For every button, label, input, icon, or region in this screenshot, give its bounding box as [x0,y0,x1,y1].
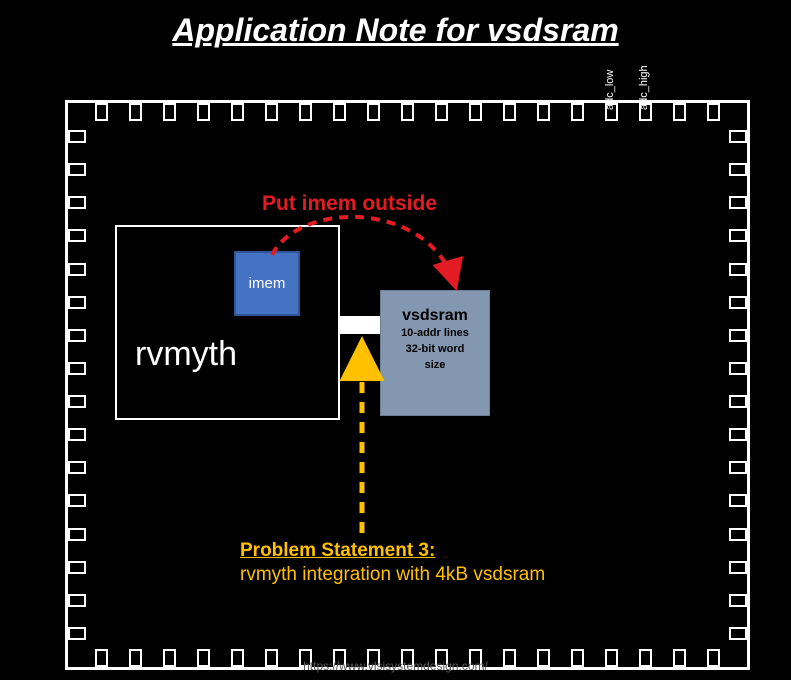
pin [729,461,747,474]
pin [537,103,550,121]
pin [231,103,244,121]
pin [68,528,86,541]
pin [68,594,86,607]
problem-text: rvmyth integration with 4kB vsdsram [240,564,680,586]
pin [68,163,86,176]
pin [729,494,747,507]
pin [729,627,747,640]
pin [68,329,86,342]
annotation-put-outside: Put imem outside [262,192,437,216]
pin [265,103,278,121]
pin [68,263,86,276]
pin [68,428,86,441]
vsdsram-line1: 10-addr lines [381,327,489,341]
pin [68,296,86,309]
pin [729,229,747,242]
pin [68,395,86,408]
pin [68,461,86,474]
imem-label: imem [249,275,286,292]
pin [163,103,176,121]
vsdsram-title: vsdsram [381,307,489,325]
pin [729,263,747,276]
footer-url: https://www.vlsisystemdesign.com/ [0,659,791,673]
pin [197,103,210,121]
pin [707,103,720,121]
pin-label-adc-high: adc_high [638,65,650,110]
pins-right [729,130,747,640]
pin-label-adc-low: adc_low [604,70,616,110]
pin [95,103,108,121]
pin [673,103,686,121]
pin [729,594,747,607]
pin [729,428,747,441]
vsdsram-line3: size [381,359,489,373]
page-title: Application Note for vsdsram [0,0,791,49]
problem-heading: Problem Statement 3: [240,540,680,562]
pin [729,362,747,375]
pin [68,362,86,375]
pin [68,494,86,507]
pin [729,296,747,309]
vsdsram-block: vsdsram 10-addr lines 32-bit word size [380,290,490,416]
pin [68,561,86,574]
pin [729,130,747,143]
pin [68,196,86,209]
problem-statement: Problem Statement 3: rvmyth integration … [240,540,680,586]
pin [129,103,142,121]
pin [68,229,86,242]
pin [729,561,747,574]
pin [68,130,86,143]
pin [729,196,747,209]
pin [333,103,346,121]
pin [469,103,482,121]
pin [571,103,584,121]
pin [729,329,747,342]
imem-block: imem [234,251,300,316]
pins-left [68,130,86,640]
pin [435,103,448,121]
rvmyth-label: rvmyth [135,335,237,374]
pin [503,103,516,121]
pin [729,163,747,176]
pin [729,528,747,541]
rvmyth-block [115,225,340,420]
bus-connector [340,316,380,334]
pins-top [95,103,720,121]
pin [367,103,380,121]
pin [299,103,312,121]
vsdsram-line2: 32-bit word [381,343,489,357]
pin [401,103,414,121]
pin [68,627,86,640]
pin [729,395,747,408]
